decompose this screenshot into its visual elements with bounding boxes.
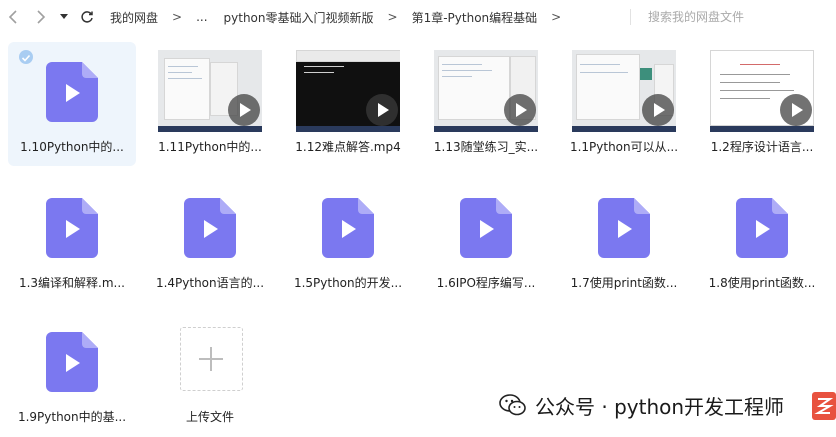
video-file-icon [460,198,512,258]
file-name: 1.7使用print函数... [570,276,678,290]
file-item[interactable]: 1.2程序设计语言... [698,42,826,166]
file-name: 1.8使用print函数... [708,276,816,290]
play-icon [504,94,536,126]
caret-down-icon [60,14,68,19]
wechat-icon [499,394,526,416]
chevron-right-icon [37,10,46,24]
file-item[interactable]: 1.1Python可以从... [560,42,688,166]
search-input[interactable] [640,0,836,34]
video-file-icon [46,332,98,392]
file-name: 1.13随堂练习_实... [433,140,539,154]
play-icon [366,94,398,126]
video-file-icon [46,62,98,122]
video-file-icon [598,198,650,258]
video-file-icon [184,198,236,258]
file-name: 1.12难点解答.mp4 [295,140,401,154]
breadcrumb-separator: > [551,10,562,24]
play-icon [642,94,674,126]
breadcrumb-current[interactable]: 第1章-Python编程基础 [406,9,544,26]
file-name: 1.1Python可以从... [569,140,679,154]
file-name: 1.11Python中的... [158,140,262,154]
play-icon [228,94,260,126]
video-thumbnail [434,50,538,132]
video-file-icon [46,198,98,258]
file-item[interactable]: 1.5Python的开发... [284,178,412,302]
file-name: 1.10Python中的... [20,140,124,154]
breadcrumb-ellipsis[interactable]: ... [190,10,213,24]
file-item[interactable]: 1.4Python语言的... [146,178,274,302]
plus-icon[interactable] [180,327,243,391]
video-thumbnail [572,50,676,132]
video-thumbnail [296,50,400,132]
refresh-button[interactable] [76,0,98,34]
file-item[interactable]: 1.10Python中的... [8,42,136,166]
upload-tile[interactable]: 上传文件 [146,312,274,436]
play-icon [780,94,812,126]
file-item[interactable]: 1.6IPO程序编写... [422,178,550,302]
file-name: 1.2程序设计语言... [710,140,814,154]
video-file-icon [322,198,374,258]
brand-logo-icon [812,392,836,420]
refresh-icon [81,11,93,23]
chevron-left-icon [8,10,17,24]
video-thumbnail [158,50,262,132]
upload-label: 上传文件 [185,410,234,424]
breadcrumb-folder[interactable]: python零基础入门视频新版 [218,9,380,26]
file-item[interactable]: 1.3编译和解释.m... [8,178,136,302]
file-item[interactable]: 1.8使用print函数... [698,178,826,302]
file-item[interactable]: 1.13随堂练习_实... [422,42,550,166]
file-name: 1.4Python语言的... [155,276,265,290]
breadcrumb: 我的网盘 > ... python零基础入门视频新版 > 第1章-Python编… [104,0,569,34]
file-name: 1.3编译和解释.m... [18,276,126,290]
file-name: 1.5Python的开发... [293,276,403,290]
file-name: 1.6IPO程序编写... [436,276,536,290]
toolbar-divider [630,9,631,25]
video-thumbnail [710,50,814,132]
file-item[interactable]: 1.7使用print函数... [560,178,688,302]
file-item[interactable]: 1.11Python中的... [146,42,274,166]
forward-button[interactable] [30,0,52,34]
breadcrumb-separator: > [387,10,398,24]
file-item[interactable]: 1.9Python中的基... [8,312,136,436]
file-name: 1.9Python中的基... [17,410,127,424]
watermark: 公众号 · python开发工程师 [499,390,784,420]
watermark-text: 公众号 · python开发工程师 [535,394,785,419]
file-item[interactable]: 1.12难点解答.mp4 [284,42,412,166]
breadcrumb-root[interactable]: 我的网盘 [104,9,164,26]
video-file-icon [736,198,788,258]
breadcrumb-separator: > [172,10,183,24]
back-button[interactable] [2,0,24,34]
checkmark-icon[interactable] [19,50,33,64]
toolbar: 我的网盘 > ... python零基础入门视频新版 > 第1章-Python编… [0,0,836,34]
history-dropdown[interactable] [56,0,72,34]
